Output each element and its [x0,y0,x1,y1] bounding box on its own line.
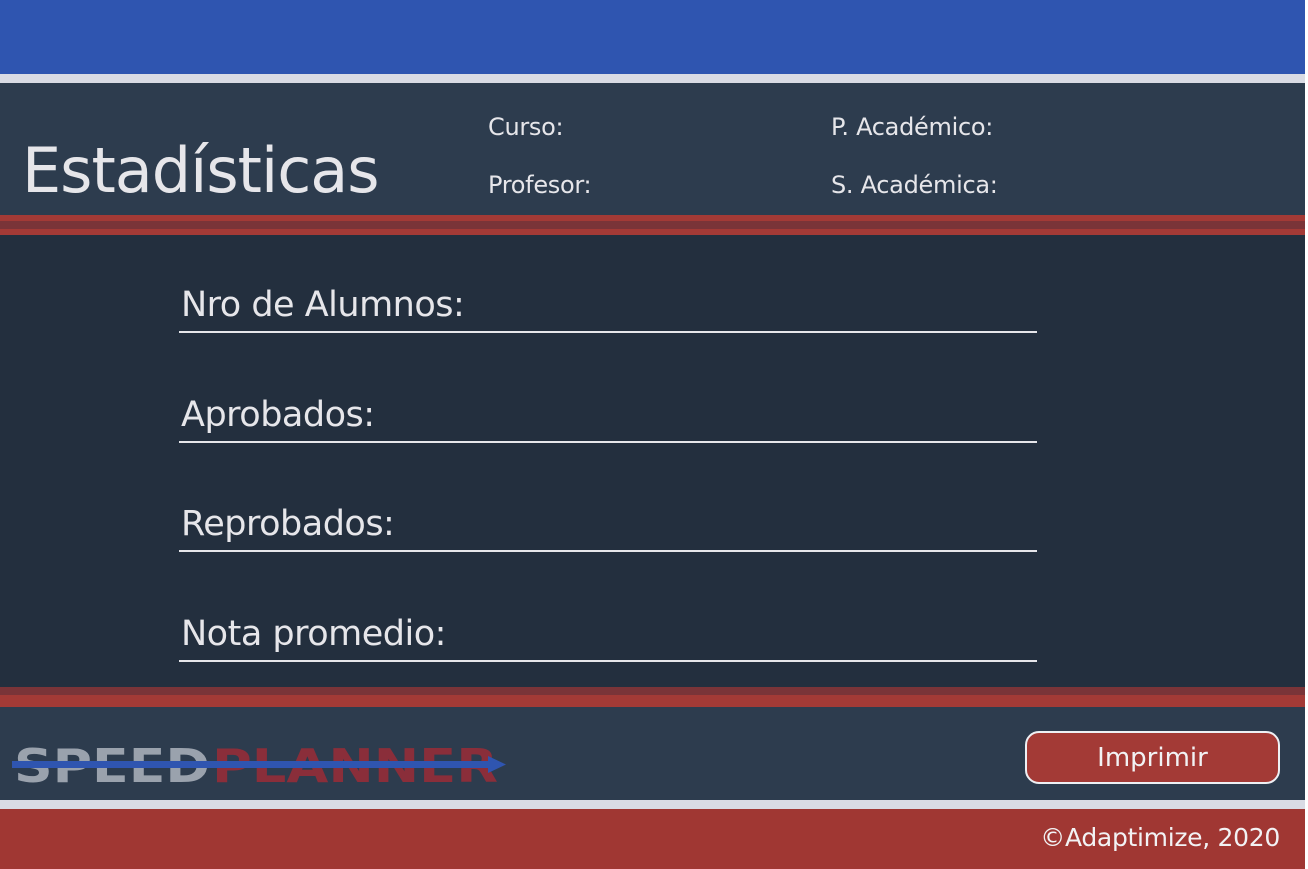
seccion-academica-label: S. Académica: [831,171,998,199]
header-divider [0,215,1305,235]
print-button[interactable]: Imprimir [1025,731,1280,784]
copyright-text: ©Adaptimize, 2020 [1040,823,1280,852]
top-divider [0,74,1305,83]
speedplanner-logo: SPEED PLANNER [12,742,506,788]
top-bar [0,0,1305,74]
logo-arrow-shaft [12,761,492,768]
aprobados-label: Aprobados: [181,395,375,435]
curso-label: Curso: [488,113,564,141]
profesor-label: Profesor: [488,171,592,199]
nota-promedio-label: Nota promedio: [181,614,446,654]
reprobados-field [179,550,1037,552]
app-window: Estadísticas Curso: Profesor: P. Académi… [0,0,1305,869]
periodo-academico-label: P. Académico: [831,113,994,141]
footer-divider [0,687,1305,707]
aprobados-field [179,441,1037,443]
alumnos-field [179,331,1037,333]
alumnos-label: Nro de Alumnos: [181,285,465,325]
nota-promedio-field [179,660,1037,662]
page-title: Estadísticas [22,134,380,207]
bottom-divider [0,800,1305,809]
reprobados-label: Reprobados: [181,504,395,544]
